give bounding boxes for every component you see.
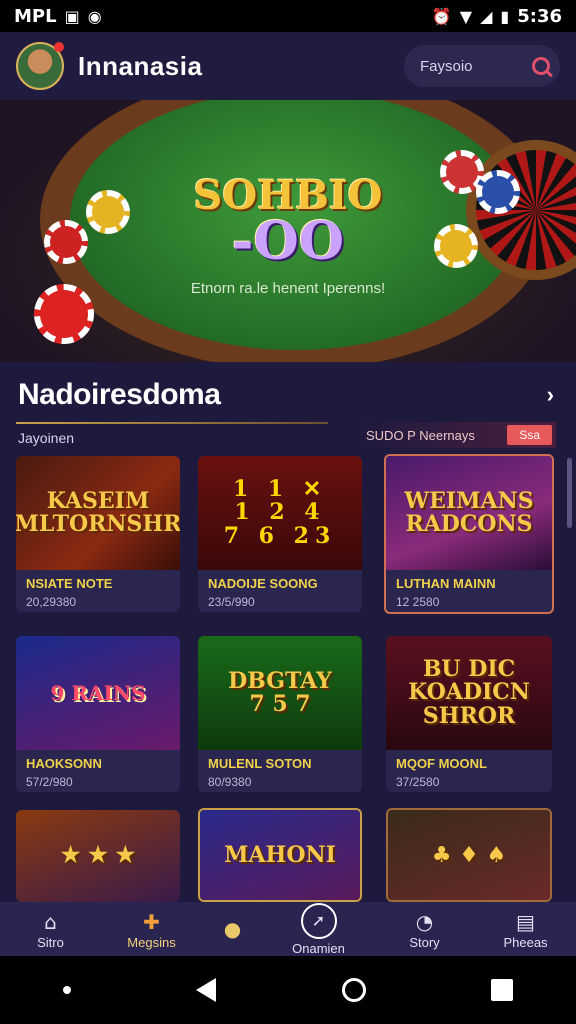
chevron-right-icon[interactable]: › bbox=[547, 382, 554, 408]
home-button-icon[interactable] bbox=[341, 978, 366, 1002]
play-icon: ➚ bbox=[300, 902, 337, 939]
signal-icon: ◢ bbox=[480, 6, 493, 26]
game-meta: 23/5/990 bbox=[208, 595, 255, 609]
battery-icon: ▮ bbox=[500, 6, 510, 26]
search-icon[interactable] bbox=[532, 57, 550, 75]
game-thumbnail: DBGTAY 7 5 7 bbox=[198, 636, 362, 750]
game-name: NADOIJE SOONG bbox=[208, 576, 318, 591]
nav-item-home[interactable]: ⌂ Sitro bbox=[11, 909, 91, 950]
hero-caption: Etnorn ra.le henent Iperenns! bbox=[190, 280, 386, 297]
game-card[interactable]: ♣ ♦ ♠ bbox=[386, 808, 552, 902]
game-name: MULENL SOTON bbox=[208, 756, 312, 771]
bottom-nav: ⌂ Sitro ✚ Megsins ● ➚ Onamien ◔ Story ▤ … bbox=[0, 902, 576, 956]
promo-banner[interactable]: SUDO P Neernays Ssa bbox=[356, 422, 556, 448]
alarm-icon: ⏰ bbox=[431, 6, 452, 26]
game-thumbnail: 1 1 ✕ 1 2 4 7 6 23 bbox=[198, 456, 362, 570]
assistant-dot-icon[interactable] bbox=[62, 986, 71, 994]
game-thumbnail: ♣ ♦ ♠ bbox=[388, 810, 550, 900]
avatar[interactable] bbox=[16, 42, 64, 90]
game-name: HAOKSONN bbox=[26, 756, 102, 771]
record-icon: ◉ bbox=[87, 6, 102, 26]
game-card[interactable]: MAHONI bbox=[198, 808, 362, 902]
game-name: MQOF MOONL bbox=[396, 756, 487, 771]
game-card[interactable]: BU DIC KOADICN SHROR MQOF MOONL 37/2580 bbox=[386, 636, 552, 792]
scrollbar[interactable] bbox=[567, 458, 572, 528]
game-thumbnail: MAHONI bbox=[200, 810, 360, 900]
game-meta: 57/2/980 bbox=[26, 775, 73, 789]
back-icon[interactable] bbox=[196, 978, 217, 1002]
hero-logo-line2: -OO bbox=[231, 211, 345, 272]
search-input[interactable]: Faysoio bbox=[420, 58, 473, 75]
game-thumbnail: 9 RAINS bbox=[16, 636, 180, 750]
game-card[interactable]: 1 1 ✕ 1 2 4 7 6 23 NADOIJE SOONG 23/5/99… bbox=[198, 456, 362, 612]
game-thumbnail: BU DIC KOADICN SHROR bbox=[386, 636, 552, 750]
game-thumbnail: WEIMANS RADCONS bbox=[386, 456, 552, 570]
nav-label: Sitro bbox=[37, 934, 64, 950]
nav-item-games[interactable]: ✚ Megsins bbox=[112, 909, 192, 950]
game-thumbnail: KASEIM MLTORNSHR bbox=[16, 456, 180, 570]
timer-icon: ◔ bbox=[415, 909, 434, 934]
game-thumbnail: ★ ★ ★ bbox=[16, 810, 180, 902]
section-divider bbox=[16, 422, 328, 424]
app-bar: Innanasia Faysoio bbox=[0, 32, 576, 100]
location-icon: ● bbox=[223, 917, 242, 941]
nav-label: Story bbox=[409, 934, 440, 950]
recents-icon[interactable] bbox=[491, 979, 514, 1001]
nav-item-location[interactable]: ● bbox=[213, 916, 253, 942]
wifi-icon: ▼ bbox=[459, 6, 473, 26]
game-name: NSIATE NOTE bbox=[26, 576, 113, 591]
nav-item-profile[interactable]: ▤ Pheeas bbox=[486, 909, 566, 950]
game-name: LUTHAN MAINN bbox=[396, 576, 496, 591]
games-section: Nadoiresdoma › Jayoinen SUDO P Neernays … bbox=[0, 362, 576, 902]
game-card[interactable]: KASEIM MLTORNSHR NSIATE NOTE 20,29380 bbox=[16, 456, 180, 612]
nav-label: Pheeas bbox=[503, 934, 548, 950]
section-subtitle: Jayoinen bbox=[18, 430, 75, 446]
search-box[interactable]: Faysoio bbox=[404, 45, 560, 87]
home-icon: ⌂ bbox=[44, 909, 57, 934]
game-card-selected[interactable]: WEIMANS RADCONS LUTHAN MAINN 12 2580 bbox=[384, 454, 554, 614]
game-meta: 37/2580 bbox=[396, 775, 440, 789]
status-bar: MPL ▣ ◉ ⏰ ▼ ◢ ▮ 5:36 bbox=[0, 0, 576, 32]
game-meta: 80/9380 bbox=[208, 775, 252, 789]
gallery-icon: ▣ bbox=[64, 6, 80, 26]
nav-label: Megsins bbox=[127, 934, 176, 950]
puzzle-icon: ✚ bbox=[143, 909, 160, 934]
promo-text: SUDO P Neernays bbox=[366, 427, 475, 443]
clock: 5:36 bbox=[517, 5, 562, 27]
system-nav-bar bbox=[0, 956, 576, 1024]
hero-banner[interactable]: SOHBIO -OO Etnorn ra.le henent Iperenns! bbox=[0, 100, 576, 362]
app-title: Innanasia bbox=[78, 50, 203, 81]
game-meta: 12 2580 bbox=[396, 595, 440, 609]
game-card[interactable]: ★ ★ ★ bbox=[16, 810, 180, 902]
carrier-label: MPL bbox=[14, 5, 57, 27]
promo-button[interactable]: Ssa bbox=[507, 425, 552, 445]
nav-item-play[interactable]: ➚ Onamien bbox=[274, 902, 364, 956]
section-title: Nadoiresdoma bbox=[18, 378, 221, 411]
profile-icon: ▤ bbox=[516, 909, 535, 934]
nav-item-story[interactable]: ◔ Story bbox=[385, 909, 465, 950]
hero-logo: SOHBIO -OO bbox=[0, 172, 576, 272]
nav-label: Onamien bbox=[292, 940, 345, 956]
game-card[interactable]: DBGTAY 7 5 7 MULENL SOTON 80/9380 bbox=[198, 636, 362, 792]
game-card[interactable]: 9 RAINS HAOKSONN 57/2/980 bbox=[16, 636, 180, 792]
game-meta: 20,29380 bbox=[26, 595, 77, 609]
